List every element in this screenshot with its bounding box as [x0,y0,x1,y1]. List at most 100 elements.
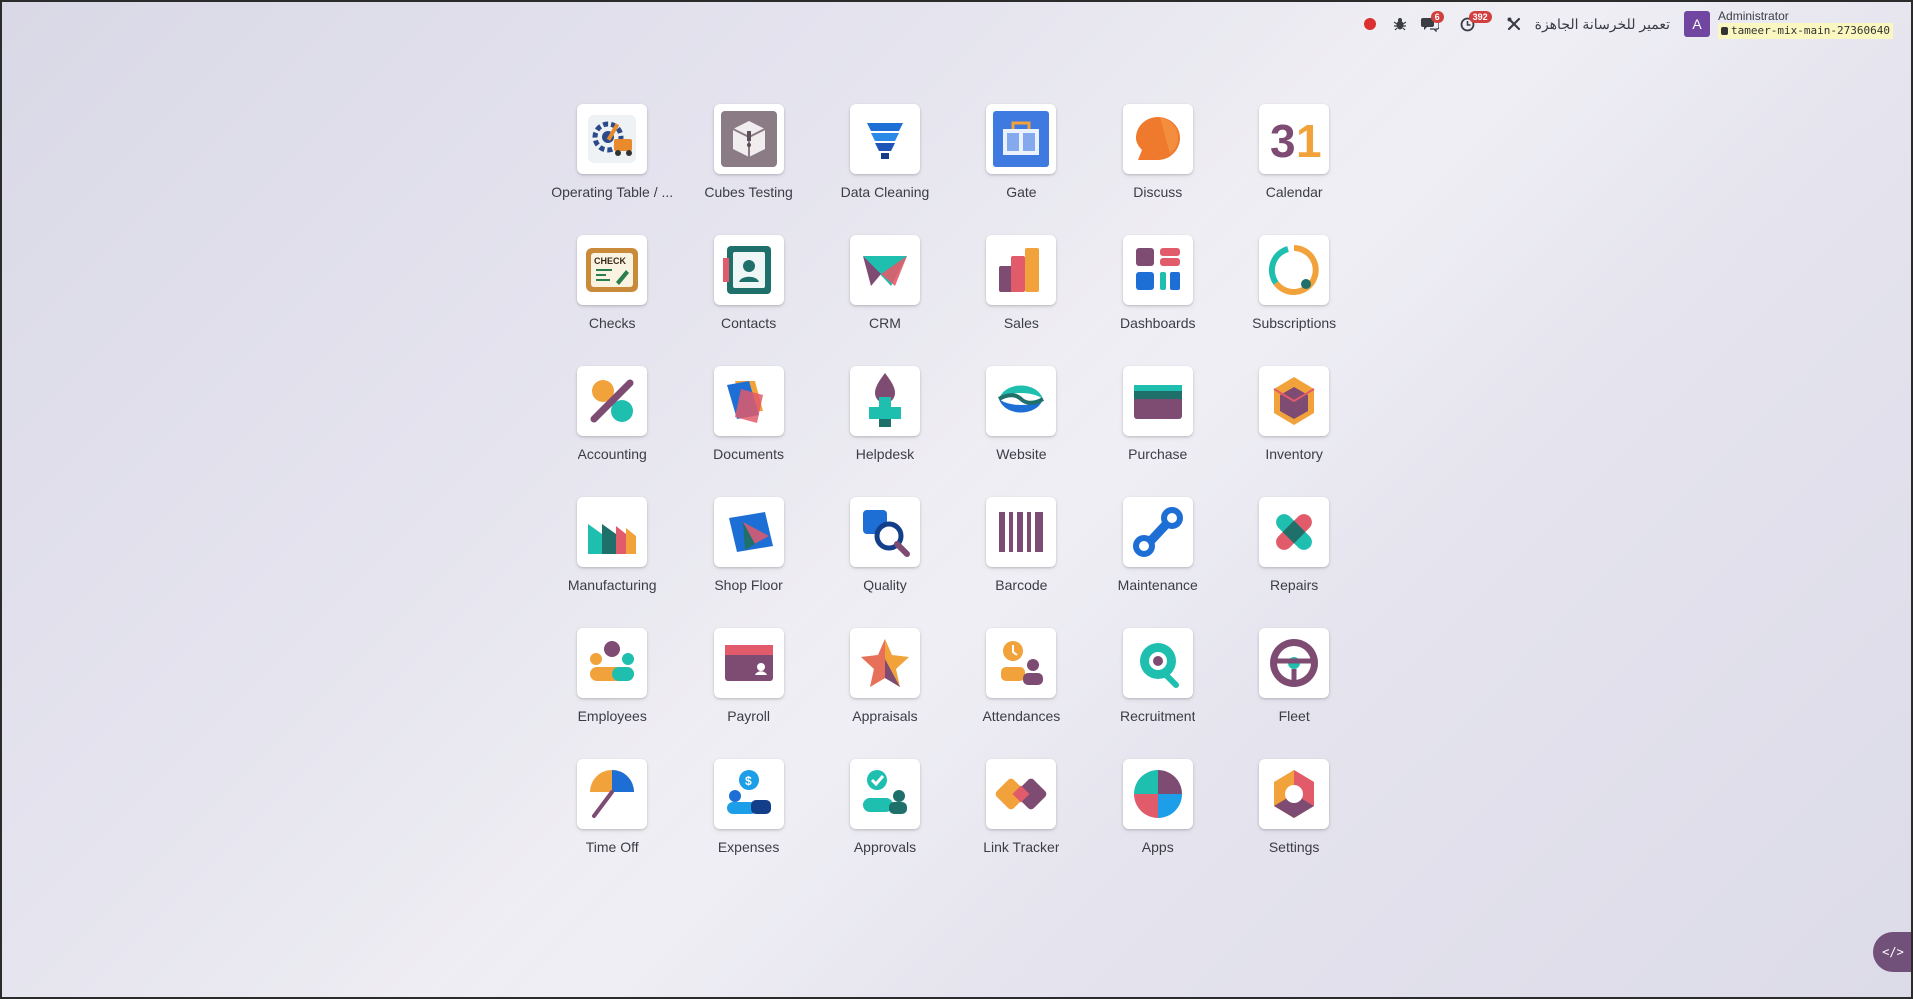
data-cleaning-icon [849,104,920,174]
app-dashboards[interactable]: Dashboards [1090,235,1226,366]
top-navbar: 6 392 تعمير للخرسانة الجاهزة A Administr… [1355,8,1893,40]
payroll-icon [713,628,784,698]
tools-button[interactable] [1499,9,1529,39]
gate-icon [986,104,1057,174]
app-label: Gate [1006,184,1037,200]
app-label: Checks [588,315,636,331]
checks-icon: CHECK [577,235,648,305]
app-inventory[interactable]: Inventory [1226,366,1362,497]
employees-icon [577,628,648,698]
debug-bug-button[interactable] [1385,9,1415,39]
debug-toggle-button[interactable]: </> [1873,932,1913,972]
app-manufacturing[interactable]: Manufacturing [544,497,680,628]
user-avatar[interactable]: A [1684,11,1711,37]
app-label: Operating Table / ... [551,184,674,200]
app-settings[interactable]: Settings [1226,759,1362,890]
app-label: Calendar [1265,184,1323,200]
app-crm[interactable]: CRM [817,235,953,366]
activities-badge: 392 [1468,11,1492,23]
wrench-screwdriver-icon [1507,17,1520,31]
settings-icon [1259,759,1330,829]
app-quality[interactable]: Quality [817,497,953,628]
app-label: CRM [869,315,901,331]
app-recruitment[interactable]: Recruitment [1090,628,1226,759]
app-appraisals[interactable]: Appraisals [817,628,953,759]
app-label: Fleet [1278,708,1310,724]
app-label: Documents [713,446,784,462]
purchase-icon [1122,366,1193,436]
app-accounting[interactable]: Accounting [544,366,680,497]
app-label: Repairs [1270,577,1319,593]
inventory-icon [1259,366,1330,436]
app-shop-floor[interactable]: Shop Floor [680,497,816,628]
app-label: Link Tracker [983,839,1060,855]
repairs-icon [1259,497,1330,567]
messaging-button[interactable]: 6 [1415,9,1445,39]
app-expenses[interactable]: $ Expenses [680,759,816,890]
app-gate[interactable]: Gate [953,104,1089,235]
app-label: Helpdesk [855,446,915,462]
app-label: Purchase [1128,446,1188,462]
svg-text:$: $ [745,774,752,788]
app-checks[interactable]: CHECK Checks [544,235,680,366]
operating-table-icon [577,104,648,174]
app-payroll[interactable]: Payroll [680,628,816,759]
svg-text:3: 3 [1270,115,1296,167]
recording-indicator[interactable] [1355,9,1385,39]
app-operating-table[interactable]: Operating Table / ... [544,104,680,235]
app-discuss[interactable]: Discuss [1090,104,1226,235]
barcode-icon [986,497,1057,567]
app-label: Manufacturing [567,577,657,593]
app-documents[interactable]: Documents [680,366,816,497]
activities-button[interactable]: 392 [1453,9,1492,39]
app-label: Contacts [720,315,777,331]
app-label: Expenses [717,839,780,855]
app-apps[interactable]: Apps [1090,759,1226,890]
bug-icon [1393,18,1406,31]
app-barcode[interactable]: Barcode [953,497,1089,628]
app-cubes-testing[interactable]: Cubes Testing [680,104,816,235]
app-label: Accounting [577,446,647,462]
app-maintenance[interactable]: Maintenance [1090,497,1226,628]
app-helpdesk[interactable]: Helpdesk [817,366,953,497]
app-fleet[interactable]: Fleet [1226,628,1362,759]
app-employees[interactable]: Employees [544,628,680,759]
app-link-tracker[interactable]: Link Tracker [953,759,1089,890]
svg-text:1: 1 [1296,115,1322,167]
calendar-icon: 31 [1259,104,1330,174]
database-label: tameer-mix-main-27360640 [1731,24,1890,37]
user-menu[interactable]: Administrator tameer-mix-main-27360640 [1718,9,1893,39]
app-time-off[interactable]: Time Off [544,759,680,890]
app-website[interactable]: Website [953,366,1089,497]
record-dot-icon [1363,18,1376,30]
apps-grid: Operating Table / ... Cubes Testing Data C… [544,104,1362,890]
subscriptions-icon [1259,235,1330,305]
crm-icon [849,235,920,305]
appraisals-icon [849,628,920,698]
accounting-icon [577,366,648,436]
approvals-icon [849,759,920,829]
company-switcher[interactable]: تعمير للخرسانة الجاهزة [1535,16,1670,33]
contacts-icon [713,235,784,305]
app-label: Dashboards [1120,315,1196,331]
recruitment-icon [1122,628,1193,698]
app-label: Sales [1003,315,1039,331]
app-label: Apps [1141,839,1174,855]
app-sales[interactable]: Sales [953,235,1089,366]
app-calendar[interactable]: 3 1 Calendar [1226,104,1362,235]
app-label: Maintenance [1117,577,1198,593]
database-name: tameer-mix-main-27360640 [1718,23,1893,39]
app-label: Website [996,446,1047,462]
app-repairs[interactable]: Repairs [1226,497,1362,628]
fleet-icon [1259,628,1330,698]
database-icon [1721,27,1729,35]
website-icon [986,366,1057,436]
app-data-cleaning[interactable]: Data Cleaning [817,104,953,235]
app-attendances[interactable]: Attendances [953,628,1089,759]
app-contacts[interactable]: Contacts [680,235,816,366]
app-purchase[interactable]: Purchase [1090,366,1226,497]
app-label: Data Cleaning [840,184,930,200]
code-icon: </> [1882,945,1904,959]
app-approvals[interactable]: Approvals [817,759,953,890]
app-subscriptions[interactable]: Subscriptions [1226,235,1362,366]
